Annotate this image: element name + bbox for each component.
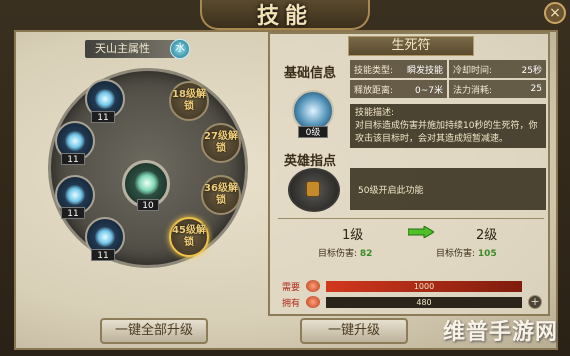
mana-value: 25 <box>530 84 542 94</box>
game-window: 技能 × 天山主属性 水 11 11 11 11 18级解锁 27级解锁 36级… <box>0 0 570 356</box>
watermark: 维普手游网 <box>442 320 558 345</box>
skill-type-value: 瞬发技能 <box>406 65 443 76</box>
cooldown-value: 25秒 <box>521 65 542 76</box>
unlock-level-text: 45级解锁 <box>172 225 206 248</box>
owned-label: 拥有 <box>282 299 301 309</box>
hero-tip-text: 50级开启此功能 <box>358 185 424 196</box>
skill-slot-3[interactable]: 11 <box>55 175 95 219</box>
currency-icon <box>306 296 320 308</box>
arrow-right-icon <box>408 226 434 238</box>
mana-cell: 法力消耗: 25 <box>449 80 546 98</box>
required-amount: 1000 <box>326 281 522 292</box>
skill-stats: 技能类型: 瞬发技能 冷却时间: 25秒 释放距离: 0~7米 法力消耗: 25 <box>350 60 546 100</box>
locked-slot-18[interactable]: 18级解锁 <box>169 81 209 121</box>
next-damage-label: 目标伤害: <box>436 249 476 259</box>
unlock-level-text: 36级解锁 <box>204 183 238 206</box>
cooldown-label: 冷却时间: <box>453 65 493 76</box>
next-damage: 目标伤害: 105 <box>436 246 497 259</box>
current-level: 1级 <box>342 228 364 243</box>
title-bar: 技能 <box>200 0 370 30</box>
owned-amount: 480 <box>326 297 522 308</box>
core-skill-slot[interactable]: 10 <box>122 160 170 211</box>
stats-row: 释放距离: 0~7米 法力消耗: 25 <box>350 80 546 98</box>
hero-tip-icon[interactable] <box>288 168 340 212</box>
core-skill-level: 10 <box>137 199 159 211</box>
skill-detail-panel: 生死符 基础信息 技能类型: 瞬发技能 冷却时间: 25秒 释放距离: 0~7米 <box>268 32 550 316</box>
skill-slot-2[interactable]: 11 <box>55 121 95 165</box>
lock-icon <box>306 181 320 197</box>
stats-row: 技能类型: 瞬发技能 冷却时间: 25秒 <box>350 60 546 78</box>
hero-tip-box: 50级开启此功能 <box>350 168 546 210</box>
attribute-label: 天山主属性 <box>85 40 176 58</box>
skill-level-tag: 11 <box>91 249 115 261</box>
skill-level-tag: 11 <box>61 207 85 219</box>
currency-icon <box>306 280 320 292</box>
skill-icon-level: 0级 <box>298 126 328 138</box>
close-button[interactable]: × <box>544 2 566 24</box>
required-cost-row: 需要 1000 <box>282 280 544 294</box>
skill-wheel-panel: 天山主属性 水 11 11 11 11 18级解锁 27级解锁 36级解锁 45… <box>30 36 260 316</box>
current-damage: 目标伤害: 82 <box>318 246 372 259</box>
unlock-level-text: 27级解锁 <box>204 131 238 154</box>
required-label: 需要 <box>282 283 301 293</box>
next-level: 2级 <box>476 228 498 243</box>
skill-level-tag: 11 <box>91 111 115 123</box>
mana-label: 法力消耗: <box>453 85 493 96</box>
skill-slot-4[interactable]: 11 <box>85 217 125 261</box>
description-text: 对目标造成伤害并施加持续10秒的生死符，你攻击该目标时，会对其造成短暂减速。 <box>355 121 538 144</box>
window-title: 技能 <box>256 4 313 29</box>
hero-tips-heading: 英雄指点 <box>284 154 337 169</box>
water-attribute-icon: 水 <box>170 39 190 59</box>
next-damage-value: 105 <box>477 249 497 259</box>
description-label: 技能描述: <box>355 108 395 118</box>
locked-slot-45[interactable]: 45级解锁 <box>169 217 209 257</box>
range-value: 0~7米 <box>415 85 443 96</box>
locked-slot-36[interactable]: 36级解锁 <box>201 175 241 215</box>
add-currency-button[interactable]: + <box>528 295 542 309</box>
unlock-level-text: 18级解锁 <box>172 89 206 112</box>
owned-cost-row: 拥有 480 + <box>282 295 544 310</box>
range-cell: 释放距离: 0~7米 <box>350 80 447 98</box>
skill-slot-1[interactable]: 11 <box>85 79 125 123</box>
skill-level-tag: 11 <box>61 153 85 165</box>
skill-name: 生死符 <box>348 36 474 56</box>
skill-type-label: 技能类型: <box>354 65 394 76</box>
cooldown-cell: 冷却时间: 25秒 <box>449 60 546 78</box>
current-damage-label: 目标伤害: <box>318 249 358 259</box>
locked-slot-27[interactable]: 27级解锁 <box>201 123 241 163</box>
upgrade-all-button[interactable]: 一键全部升级 <box>100 318 208 344</box>
divider <box>278 218 544 219</box>
skill-description: 技能描述: 对目标造成伤害并施加持续10秒的生死符，你攻击该目标时，会对其造成短… <box>350 104 546 148</box>
basic-info-heading: 基础信息 <box>284 66 337 81</box>
current-damage-value: 82 <box>359 249 373 259</box>
skill-type-cell: 技能类型: 瞬发技能 <box>350 60 447 78</box>
range-label: 释放距离: <box>354 85 394 96</box>
upgrade-button[interactable]: 一键升级 <box>300 318 408 344</box>
